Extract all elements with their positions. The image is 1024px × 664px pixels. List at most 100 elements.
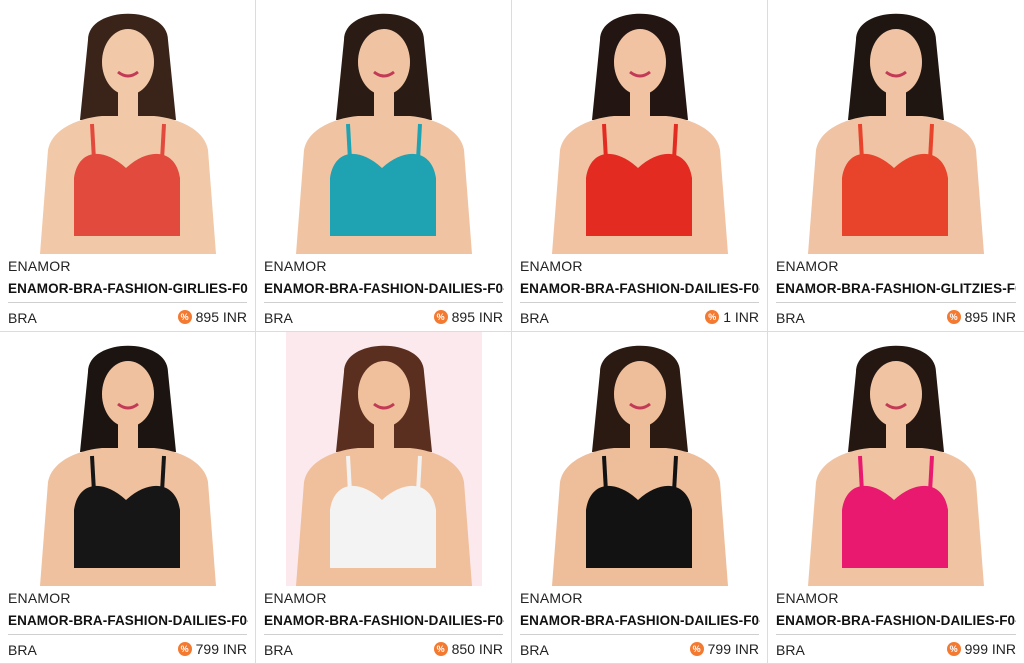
product-title[interactable]: ENAMOR-BRA-FASHION-DAILIES-F0- (520, 613, 760, 628)
discount-icon: % (177, 310, 192, 324)
product-image[interactable] (286, 332, 482, 586)
left-strap (90, 455, 96, 493)
product-category: BRA (264, 310, 293, 326)
product-brand: ENAMOR (264, 590, 327, 606)
product-card[interactable]: ENAMOR ENAMOR-BRA-FASHION-GIRLIES-F0- BR… (0, 0, 256, 332)
right-strap (160, 455, 166, 493)
neck-shape (374, 90, 394, 116)
face-shape (102, 29, 154, 95)
neck-shape (374, 422, 394, 448)
product-image[interactable] (798, 0, 994, 254)
product-brand: ENAMOR (776, 590, 839, 606)
card-divider (776, 634, 1016, 635)
right-strap (928, 455, 934, 493)
neck-shape (118, 90, 138, 116)
right-strap (672, 455, 678, 493)
product-category: BRA (520, 310, 549, 326)
product-price: % 895 INR (177, 309, 247, 325)
product-brand: ENAMOR (8, 590, 71, 606)
left-strap (90, 123, 96, 161)
product-price: % 895 INR (946, 309, 1016, 325)
product-price: % 850 INR (433, 641, 503, 657)
product-price: % 1 INR (705, 309, 759, 325)
left-strap (858, 455, 864, 493)
face-shape (614, 29, 666, 95)
product-category: BRA (264, 642, 293, 658)
product-category: BRA (776, 642, 805, 658)
card-divider (8, 302, 247, 303)
product-card[interactable]: ENAMOR ENAMOR-BRA-FASHION-DAILIES-F0- BR… (256, 0, 512, 332)
right-strap (928, 123, 934, 161)
product-brand: ENAMOR (264, 258, 327, 274)
product-price: % 999 INR (946, 641, 1016, 657)
neck-shape (886, 422, 906, 448)
product-title[interactable]: ENAMOR-BRA-FASHION-GLITZIES-F0 (776, 281, 1016, 296)
product-title[interactable]: ENAMOR-BRA-FASHION-DAILIES-F0- (8, 613, 248, 628)
striped-scarf-icon (30, 332, 226, 586)
product-card[interactable]: ENAMOR ENAMOR-BRA-FASHION-DAILIES-F0- BR… (768, 332, 1024, 664)
discount-icon: % (946, 642, 961, 656)
price-value: 999 INR (964, 641, 1016, 657)
product-image[interactable] (798, 332, 994, 586)
right-strap (160, 123, 166, 161)
product-category: BRA (520, 642, 549, 658)
product-image[interactable] (30, 0, 226, 254)
price-value: 799 INR (707, 641, 759, 657)
price-value: 850 INR (451, 641, 503, 657)
left-strap (346, 123, 352, 161)
card-divider (8, 634, 247, 635)
price-value: 895 INR (195, 309, 247, 325)
discount-icon: % (433, 642, 448, 656)
product-title[interactable]: ENAMOR-BRA-FASHION-DAILIES-F0- (264, 281, 504, 296)
face-shape (358, 361, 410, 427)
product-card[interactable]: ENAMOR ENAMOR-BRA-FASHION-DAILIES-F0- BR… (256, 332, 512, 664)
discount-icon: % (689, 642, 704, 656)
flower-headpiece-icon (286, 0, 482, 254)
black-bra-icon (542, 332, 738, 586)
product-category: BRA (776, 310, 805, 326)
red-headband-icon (542, 0, 738, 254)
discount-icon: % (177, 642, 192, 656)
product-card[interactable]: ENAMOR ENAMOR-BRA-FASHION-DAILIES-F0- BR… (0, 332, 256, 664)
right-strap (416, 455, 422, 493)
neck-shape (630, 422, 650, 448)
face-shape (614, 361, 666, 427)
left-strap (602, 455, 608, 493)
card-divider (520, 302, 759, 303)
product-image[interactable] (542, 0, 738, 254)
product-price: % 799 INR (177, 641, 247, 657)
product-brand: ENAMOR (520, 590, 583, 606)
product-image[interactable] (286, 0, 482, 254)
product-title[interactable]: ENAMOR-BRA-FASHION-DAILIES-F0- (264, 613, 504, 628)
price-value: 895 INR (964, 309, 1016, 325)
lace-bra-icon (798, 0, 994, 254)
product-brand: ENAMOR (520, 258, 583, 274)
price-value: 895 INR (451, 309, 503, 325)
product-image[interactable] (30, 332, 226, 586)
price-value: 1 INR (723, 309, 759, 325)
price-value: 799 INR (195, 641, 247, 657)
face-shape (358, 29, 410, 95)
product-image[interactable] (542, 332, 738, 586)
face-shape (102, 361, 154, 427)
card-divider (776, 302, 1016, 303)
card-divider (264, 634, 503, 635)
product-card[interactable]: ENAMOR ENAMOR-BRA-FASHION-DAILIES-F0- BR… (512, 332, 768, 664)
discount-icon: % (433, 310, 448, 324)
product-title[interactable]: ENAMOR-BRA-FASHION-GIRLIES-F0- (8, 281, 248, 296)
product-card[interactable]: ENAMOR ENAMOR-BRA-FASHION-DAILIES-F0- BR… (512, 0, 768, 332)
neck-shape (886, 90, 906, 116)
discount-icon: % (946, 310, 961, 324)
neck-shape (630, 90, 650, 116)
product-brand: ENAMOR (8, 258, 71, 274)
white-bra-icon (286, 332, 482, 586)
product-brand: ENAMOR (776, 258, 839, 274)
product-card[interactable]: ENAMOR ENAMOR-BRA-FASHION-GLITZIES-F0 BR… (768, 0, 1024, 332)
product-price: % 895 INR (433, 309, 503, 325)
product-title[interactable]: ENAMOR-BRA-FASHION-DAILIES-F0- (520, 281, 760, 296)
product-title[interactable]: ENAMOR-BRA-FASHION-DAILIES-F0- (776, 613, 1016, 628)
left-strap (858, 123, 864, 161)
left-strap (346, 455, 352, 493)
product-grid: ENAMOR ENAMOR-BRA-FASHION-GIRLIES-F0- BR… (0, 0, 1024, 664)
pink-lace-bra-icon (798, 332, 994, 586)
